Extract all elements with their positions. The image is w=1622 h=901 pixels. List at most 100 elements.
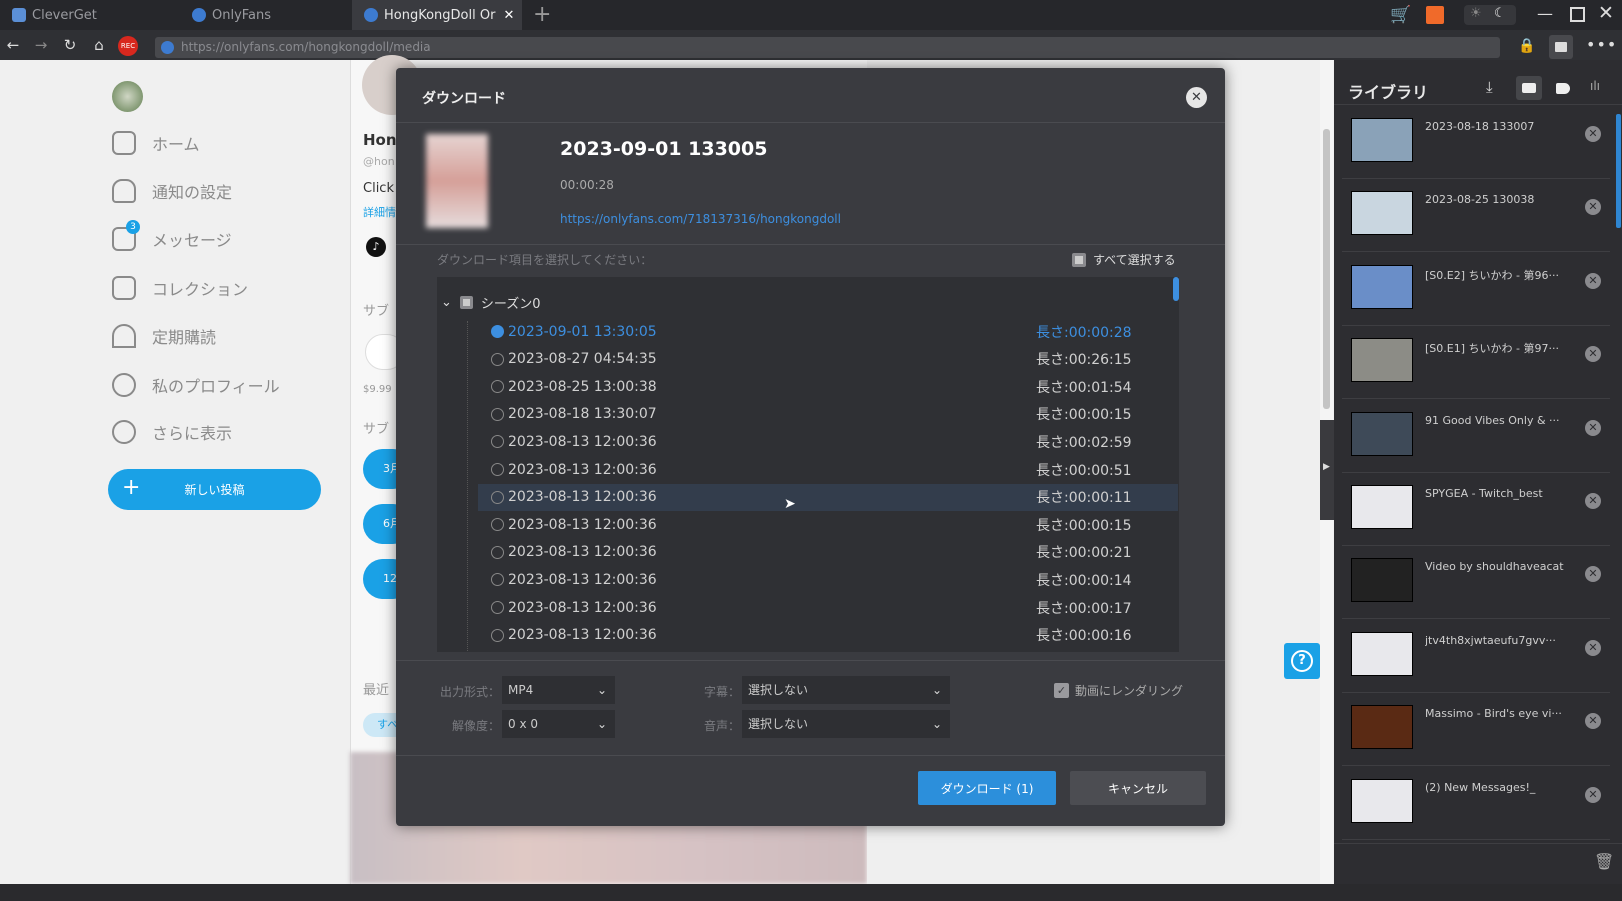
download-icon[interactable]: ⤓ [1486,78,1493,96]
episode-row[interactable]: 2023-08-13 12:00:36 長さ:00:00:17 [478,594,1178,621]
library-item[interactable]: Massimo - Bird's eye vi··· ✕ [1342,693,1610,767]
radio-button[interactable] [491,325,504,338]
new-tab-button[interactable]: + [533,2,551,27]
lock-icon[interactable]: 🔒 [1518,38,1535,54]
remove-item-icon[interactable]: ✕ [1585,419,1601,436]
forward-icon[interactable]: → [31,36,51,54]
library-item[interactable]: [S0.E1] ちいかわ - 第97··· ✕ [1342,326,1610,400]
remove-item-icon[interactable]: ✕ [1585,713,1601,730]
video-download-icon[interactable] [1549,35,1573,59]
radio-button[interactable] [491,463,504,476]
list-scrollbar[interactable] [1173,277,1179,301]
remove-item-icon[interactable]: ✕ [1585,199,1601,216]
sidebar-item-more[interactable]: さらに表示 [112,417,232,447]
episode-date: 2023-08-13 12:00:36 [508,433,657,450]
episode-row[interactable]: 2023-08-25 13:00:38 長さ:00:01:54 [478,373,1178,400]
radio-button[interactable] [491,490,504,504]
user-avatar[interactable] [112,81,143,112]
new-post-button[interactable]: + 新しい投稿 [108,469,321,510]
library-item[interactable]: Video by shouldhaveacat ✕ [1342,546,1610,620]
resolution-select[interactable]: 0 x 0 ⌄ [502,710,615,738]
episode-date: 2023-08-13 12:00:36 [508,516,657,533]
subtitle-select[interactable]: 選択しない ⌄ [742,676,950,704]
render-video-checkbox[interactable]: ✓ 動画にレンダリング [1054,682,1183,699]
radio-button[interactable] [491,435,504,449]
library-item[interactable]: SPYGEA - Twitch_best ✕ [1342,473,1610,546]
close-window-icon[interactable]: ✕ [1598,2,1614,24]
minimize-icon[interactable]: — [1537,4,1553,23]
episode-row[interactable]: 2023-08-13 12:00:36 長さ:00:00:21 [478,539,1178,566]
library-item[interactable]: [S0.E2] ちいかわ - 第96··· ✕ [1342,253,1610,326]
details-link[interactable]: 詳細情 [363,204,396,220]
remove-item-icon[interactable]: ✕ [1585,566,1601,583]
episode-row[interactable]: 2023-08-18 13:30:07 長さ:00:00:15 [478,401,1178,428]
maximize-icon[interactable] [1570,7,1585,22]
close-tab-icon[interactable]: ✕ [503,8,514,23]
format-select[interactable]: MP4 ⌄ [502,676,615,704]
select-all-checkbox[interactable]: すべて選択する [1072,251,1176,268]
record-button[interactable]: REC [118,36,138,56]
radio-button[interactable] [491,407,504,421]
remove-item-icon[interactable]: ✕ [1585,272,1601,289]
video-url-link[interactable]: https://onlyfans.com/718137316/hongkongd… [560,212,841,226]
radio-button[interactable] [491,628,504,642]
radio-button[interactable] [491,601,504,614]
sidebar-item-home[interactable]: ホーム [112,128,200,158]
download-button[interactable]: ダウンロード (1) [918,771,1056,805]
episode-row[interactable]: 2023-09-01 13:30:05 長さ:00:00:28 [478,318,1178,345]
cancel-button[interactable]: キャンセル [1070,771,1206,805]
library-item[interactable]: 2023-08-18 133007 ✕ [1342,106,1610,179]
episode-row[interactable]: 2023-08-13 12:00:36 長さ:00:00:16 [478,622,1178,649]
sidebar-item-notifications[interactable]: 通知の設定 [112,176,232,206]
panel-collapse-handle[interactable]: ▶ [1320,420,1334,520]
remove-item-icon[interactable]: ✕ [1585,786,1601,803]
remove-item-icon[interactable]: ✕ [1585,126,1601,142]
home-icon[interactable]: ⌂ [89,36,109,54]
radio-button[interactable] [491,380,504,394]
gift-icon[interactable] [1426,6,1444,24]
reload-icon[interactable]: ↻ [60,36,80,54]
close-dialog-button[interactable]: ✕ [1186,87,1207,108]
episode-row[interactable]: 2023-08-27 04:54:35 長さ:00:26:15 [478,346,1178,373]
sidebar-item-subscriptions[interactable]: 定期購読 [112,321,216,351]
tiktok-icon[interactable]: ♪ [366,237,386,257]
video-tab-icon[interactable] [1516,76,1542,100]
remove-item-icon[interactable]: ✕ [1585,493,1601,509]
library-item[interactable]: 91 Good Vibes Only & ··· ✕ [1342,400,1610,473]
radio-button[interactable] [491,352,504,366]
back-icon[interactable]: ← [3,36,23,54]
playlist-icon[interactable] [1556,83,1570,94]
radio-button[interactable] [491,545,504,559]
season-checkbox[interactable] [459,296,473,309]
trash-icon[interactable]: 🗑 [1594,852,1614,871]
episode-row[interactable]: 2023-08-13 12:00:36 長さ:00:00:15 [478,511,1178,538]
audio-icon[interactable]: ılı [1590,79,1600,93]
scrollbar-thumb[interactable] [1323,129,1330,409]
episode-row[interactable]: 2023-08-13 12:00:36 長さ:00:00:11 [478,483,1178,511]
episode-row[interactable]: 2023-08-13 12:00:36 長さ:00:00:14 [478,566,1178,593]
audio-select[interactable]: 選択しない ⌄ [742,710,950,738]
remove-item-icon[interactable]: ✕ [1585,346,1601,363]
radio-button[interactable] [491,518,504,532]
library-item[interactable]: jtv4th8xjwtaeufu7gvv··· ✕ [1342,620,1610,693]
tab-cleverget[interactable]: CleverGet [0,0,175,30]
remove-item-icon[interactable]: ✕ [1585,639,1601,656]
more-menu-icon[interactable]: ••• [1586,35,1617,54]
help-button[interactable]: ? [1284,643,1320,679]
library-item[interactable]: (2) New Messages!_ ✕ [1342,767,1610,840]
season-row[interactable]: ⌄ シーズン0 [441,293,541,312]
tab-hongkongdoll[interactable]: HongKongDoll Or ✕ [352,0,522,30]
theme-toggle[interactable]: ☀ ☾ [1464,5,1516,25]
episode-row[interactable]: 2023-08-13 12:00:36 長さ:00:00:51 [478,456,1178,483]
library-item[interactable]: 2023-08-25 130038 ✕ [1342,179,1610,253]
cart-icon[interactable]: 🛒 [1390,5,1411,25]
radio-button[interactable] [491,573,504,587]
library-scrollbar[interactable] [1616,114,1621,228]
sidebar-item-collections[interactable]: コレクション [112,273,248,303]
sidebar-item-messages[interactable]: 3 メッセージ [112,220,232,254]
url-input[interactable]: https://onlyfans.com/hongkongdoll/media [155,37,1500,58]
episode-row[interactable]: 2023-08-13 12:00:36 長さ:00:02:59 [478,428,1178,455]
tab-onlyfans[interactable]: OnlyFans [180,0,350,30]
chevron-down-icon[interactable]: ⌄ [441,295,452,310]
sidebar-item-my-profile[interactable]: 私のプロフィール [112,370,280,400]
